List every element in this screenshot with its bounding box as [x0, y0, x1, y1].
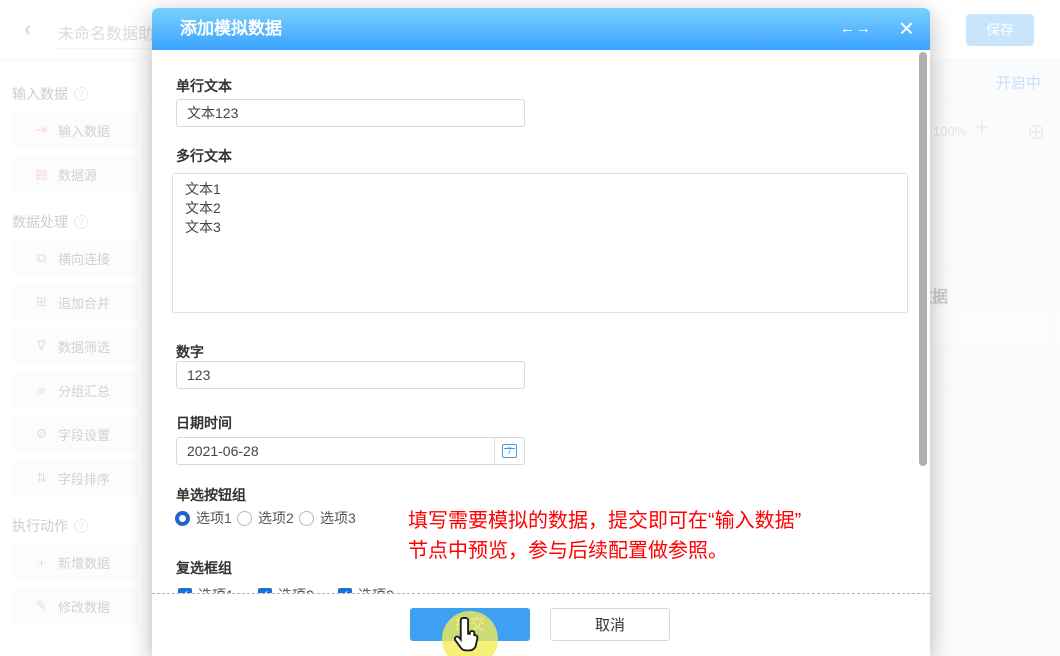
radio-option-label: 选项1 [196, 508, 232, 528]
hand-cursor-icon [453, 616, 485, 656]
calendar-icon: 7 [502, 444, 517, 458]
dialog-header[interactable]: 添加模拟数据 ←→ × [152, 8, 930, 50]
radio-group: 选项1 选项2 选项3 [175, 508, 361, 528]
checkbox-option-label: 选项3 [358, 585, 394, 593]
radio-option-3[interactable]: 选项3 [299, 508, 361, 528]
number-label: 数字 [176, 342, 204, 362]
checkbox-option-3[interactable]: ✓ 选项3 [338, 585, 418, 593]
checkbox-group-label: 复选框组 [176, 558, 232, 578]
radio-option-1[interactable]: 选项1 [175, 508, 237, 528]
checkbox-option-label: 选项2 [278, 585, 314, 593]
multi-text-label: 多行文本 [176, 146, 232, 166]
checkbox-group: ✓ 选项1 ✓ 选项2 ✓ 选项3 [178, 585, 418, 593]
radio-checked-icon[interactable] [175, 511, 190, 526]
add-mock-data-dialog: 添加模拟数据 ←→ × 单行文本 多行文本 文本1 文本2 文本3 数字 日期时… [152, 8, 930, 656]
scrollbar-thumb[interactable] [919, 52, 927, 466]
datetime-input-group: 7 [176, 437, 525, 465]
datetime-input[interactable] [177, 438, 494, 464]
annotation-text: 填写需要模拟的数据，提交即可在“输入数据” 节点中预览，参与后续配置做参照。 [408, 506, 908, 566]
checkbox-option-label: 选项1 [198, 585, 234, 593]
radio-option-2[interactable]: 选项2 [237, 508, 299, 528]
multi-text-textarea[interactable]: 文本1 文本2 文本3 [172, 173, 908, 313]
calendar-button[interactable]: 7 [494, 438, 524, 464]
close-icon[interactable]: × [899, 8, 914, 48]
number-input[interactable] [176, 361, 525, 389]
footer-divider [152, 593, 930, 594]
radio-unchecked-icon[interactable] [237, 511, 252, 526]
radio-unchecked-icon[interactable] [299, 511, 314, 526]
radio-group-label: 单选按钮组 [176, 485, 246, 505]
resize-arrows-icon[interactable]: ←→ [840, 8, 872, 50]
annotation-line-1: 填写需要模拟的数据，提交即可在“输入数据” [408, 506, 908, 536]
radio-option-label: 选项2 [258, 508, 294, 528]
radio-option-label: 选项3 [320, 508, 356, 528]
app-screen: ‹ 未命名数据助手 保存 开启中 100% + ⊕ 输入数据 模拟数据 输入数据… [0, 0, 1060, 656]
checkbox-option-2[interactable]: ✓ 选项2 [258, 585, 338, 593]
checkbox-option-1[interactable]: ✓ 选项1 [178, 585, 258, 593]
single-text-label: 单行文本 [176, 76, 232, 96]
dialog-title: 添加模拟数据 [180, 8, 282, 50]
cancel-button[interactable]: 取消 [550, 608, 670, 641]
dialog-body: 单行文本 多行文本 文本1 文本2 文本3 数字 日期时间 7 单选按钮组 选项… [152, 50, 930, 593]
annotation-line-2: 节点中预览，参与后续配置做参照。 [408, 536, 908, 566]
single-text-input[interactable] [176, 99, 525, 127]
datetime-label: 日期时间 [176, 413, 232, 433]
